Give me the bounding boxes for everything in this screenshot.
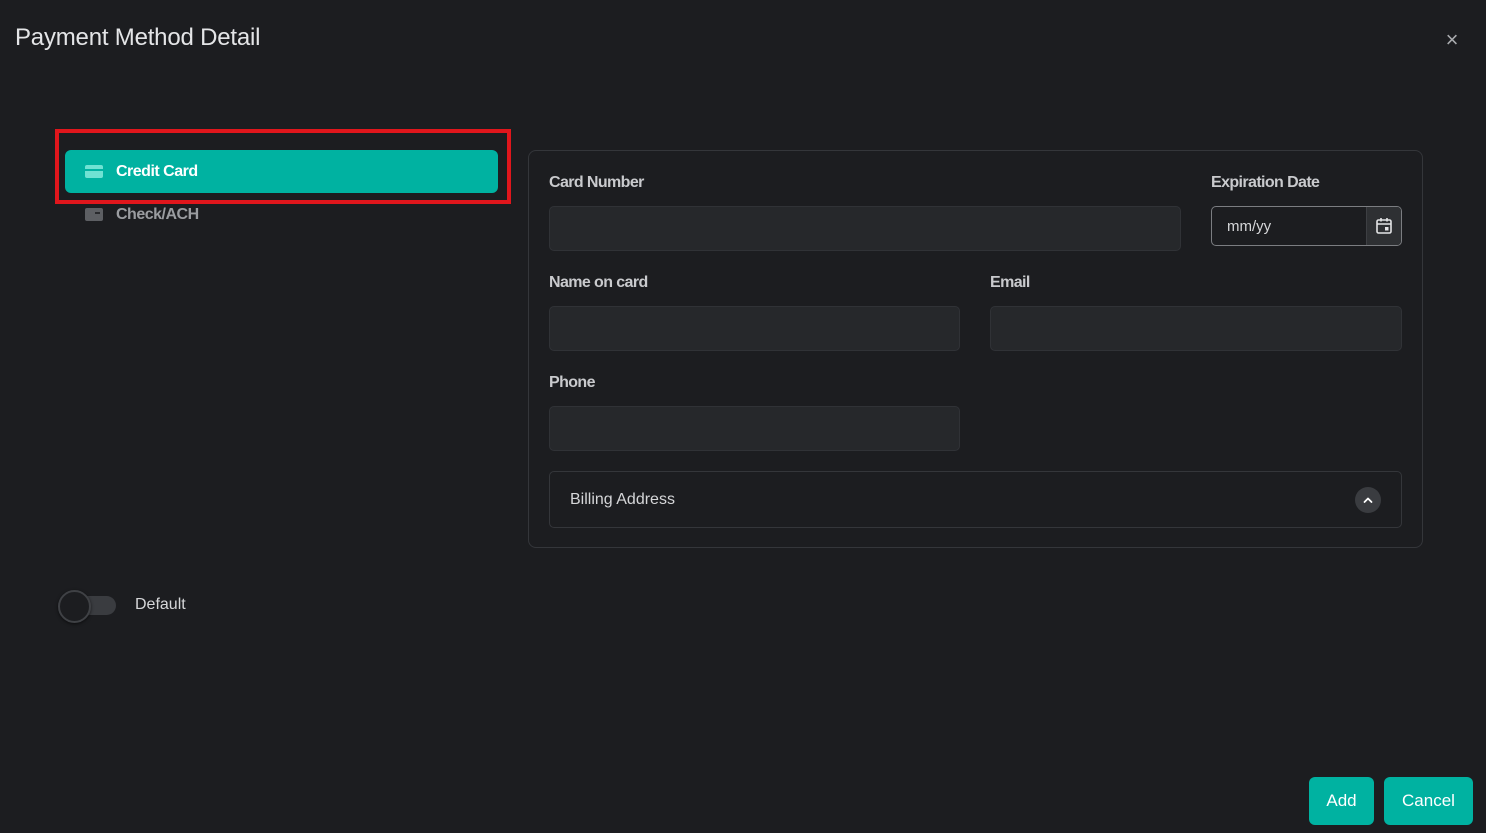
name-on-card-label: Name on card <box>549 274 648 291</box>
close-icon[interactable]: × <box>1440 28 1464 52</box>
expiration-date-input[interactable] <box>1212 207 1366 245</box>
toggle-knob <box>58 590 91 623</box>
card-number-label: Card Number <box>549 174 644 191</box>
method-label: Check/ACH <box>116 205 199 223</box>
name-on-card-input[interactable] <box>549 306 960 351</box>
dialog-title: Payment Method Detail <box>15 24 261 51</box>
phone-label: Phone <box>549 374 596 391</box>
billing-address-label: Billing Address <box>570 490 675 508</box>
payment-method-dialog: Payment Method Detail × Credit Card Chec… <box>0 0 1486 833</box>
expiration-date-field <box>1211 206 1402 246</box>
email-input[interactable] <box>990 306 1402 351</box>
check-card-icon <box>85 208 103 221</box>
chevron-up-icon[interactable] <box>1355 487 1381 513</box>
cancel-button[interactable]: Cancel <box>1384 777 1473 825</box>
add-button[interactable]: Add <box>1309 777 1374 825</box>
default-toggle[interactable] <box>58 590 116 623</box>
credit-card-icon <box>85 165 103 178</box>
calendar-icon[interactable] <box>1366 207 1401 245</box>
phone-input[interactable] <box>549 406 960 451</box>
method-check-ach[interactable]: Check/ACH <box>65 193 498 236</box>
billing-address-section[interactable]: Billing Address <box>549 471 1402 528</box>
method-label: Credit Card <box>116 162 198 180</box>
email-label: Email <box>990 274 1030 291</box>
expiration-date-label: Expiration Date <box>1211 174 1320 191</box>
card-number-input[interactable] <box>549 206 1181 251</box>
method-credit-card[interactable]: Credit Card <box>65 150 498 193</box>
default-label: Default <box>135 596 186 613</box>
